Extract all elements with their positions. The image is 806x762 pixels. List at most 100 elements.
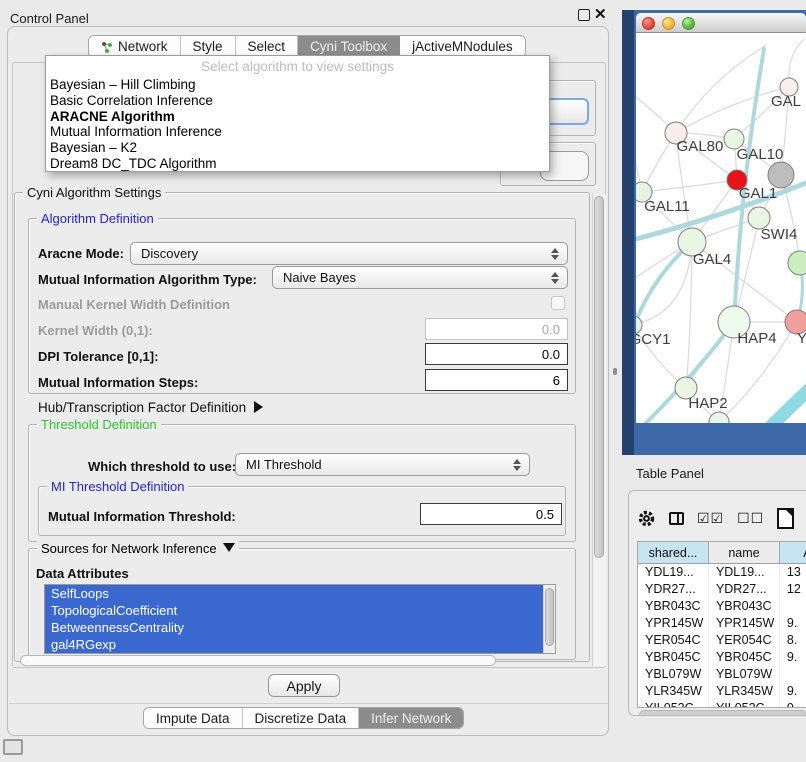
table-cell[interactable]: YDL19... <box>709 564 780 581</box>
network-node[interactable] <box>709 412 729 423</box>
table-row[interactable]: YBR045CYBR045C9. <box>638 649 806 666</box>
algorithm-option[interactable]: Bayesian – K2 <box>46 140 549 156</box>
dpi-tolerance-field[interactable]: 0.0 <box>425 343 568 365</box>
manual-kernel-width-checkbox[interactable] <box>551 296 565 310</box>
document-icon[interactable] <box>777 508 794 529</box>
network-window-titlebar[interactable] <box>636 13 806 33</box>
network-node[interactable] <box>788 251 806 275</box>
algorithm-option[interactable]: Bayesian – Hill Climbing <box>46 77 549 93</box>
attribute-item[interactable]: SelfLoops <box>45 585 555 602</box>
table-cell[interactable]: YIL052C <box>709 700 780 708</box>
table-cell[interactable]: YIL052C <box>638 700 709 708</box>
table-cell[interactable]: 9. <box>780 649 806 666</box>
table-cell[interactable]: YER054C <box>709 632 780 649</box>
column-header-shared...[interactable]: shared... <box>638 542 709 563</box>
table-cell[interactable]: 8. <box>780 632 806 649</box>
zoom-window-icon[interactable] <box>682 17 695 30</box>
aracne-mode-combo[interactable]: Discovery <box>130 242 568 265</box>
close-panel-icon[interactable]: ✕ <box>594 9 607 21</box>
algorithm-option[interactable]: ARACNE Algorithm <box>46 109 549 125</box>
table-cell[interactable]: 9. <box>780 615 806 632</box>
hub-definition-disclosure[interactable]: Hub/Transcription Factor Definition <box>38 400 263 415</box>
combo-stepper-icon <box>551 248 559 260</box>
table-cell[interactable]: YDL19... <box>638 564 709 581</box>
settings-vertical-scrollbar[interactable] <box>592 194 606 666</box>
sources-group-label[interactable]: Sources for Network Inference <box>37 541 239 556</box>
table-cell[interactable]: YBR043C <box>709 598 780 615</box>
table-row[interactable]: YBR043CYBR043C <box>638 598 806 615</box>
table-cell[interactable]: YBR043C <box>638 598 709 615</box>
checked-boxes-icon[interactable]: ☑☑ <box>697 510 724 527</box>
column-header-name[interactable]: name <box>709 542 780 563</box>
tab-select[interactable]: Select <box>236 36 299 57</box>
table-cell[interactable]: 9. <box>780 700 806 708</box>
table-cell[interactable]: YDR27... <box>638 581 709 598</box>
table-cell[interactable]: 13 <box>780 564 806 581</box>
mi-threshold-field[interactable]: 0.5 <box>420 503 562 525</box>
attributes-scrollbar-thumb[interactable] <box>545 588 554 646</box>
node-label-hap2: HAP2 <box>688 395 727 412</box>
table-row[interactable]: YBL079WYBL079W <box>638 666 806 683</box>
which-threshold-label: Which threshold to use: <box>88 459 236 474</box>
table-cell[interactable]: YBL079W <box>638 666 709 683</box>
split-pane-handle[interactable] <box>613 368 617 375</box>
table-row[interactable]: YPR145WYPR145W9. <box>638 615 806 632</box>
table-row[interactable]: YER054CYER054C8. <box>638 632 806 649</box>
table-cell[interactable]: YBR045C <box>709 649 780 666</box>
float-panel-icon[interactable] <box>578 9 590 21</box>
apply-button[interactable]: Apply <box>268 674 340 697</box>
settings-scrollbar-thumb[interactable] <box>594 196 604 558</box>
attribute-item[interactable]: BetweennessCentrality <box>45 619 555 636</box>
close-window-icon[interactable] <box>642 17 655 30</box>
column-header-A[interactable]: A <box>780 542 806 563</box>
table-cell[interactable]: YPR145W <box>638 615 709 632</box>
table-row[interactable]: YLR345WYLR345W9. <box>638 683 806 700</box>
table-row[interactable]: YIL052CYIL052C9. <box>638 700 806 708</box>
table-cell[interactable]: 9. <box>780 683 806 700</box>
tab-network[interactable]: Network <box>89 36 181 57</box>
algorithm-option[interactable]: Mutual Information Inference <box>46 124 549 140</box>
unchecked-boxes-icon[interactable]: ☐☐ <box>737 510 764 527</box>
gear-icon[interactable] <box>637 509 656 528</box>
mi-algorithm-type-combo[interactable]: Naive Bayes <box>272 266 568 289</box>
node-label-y: Y <box>797 330 806 347</box>
table-row[interactable]: YDL19...YDL19...13 <box>638 564 806 581</box>
table-cell[interactable]: YBR045C <box>638 649 709 666</box>
settings-horizontal-scrollbar[interactable] <box>20 655 496 666</box>
attributes-list-scrollbar[interactable] <box>543 585 555 653</box>
table-cell[interactable]: 12 <box>780 581 806 598</box>
combo-stepper-icon <box>551 272 559 284</box>
which-threshold-combo[interactable]: MI Threshold <box>235 453 530 476</box>
network-canvas[interactable]: GALGAL80GAL10GAL1GAL11SWI4GAL4GCY1HAP4YH… <box>636 33 806 423</box>
tab-jactivemnodules[interactable]: jActiveMNodules <box>400 36 525 57</box>
kernel-width-field[interactable]: 0.0 <box>425 318 568 340</box>
bottom-tab-infer-network[interactable]: Infer Network <box>359 708 463 728</box>
bottom-tab-impute-data[interactable]: Impute Data <box>144 708 243 728</box>
table-cell[interactable]: YER054C <box>638 632 709 649</box>
data-attributes-list[interactable]: SelfLoopsTopologicalCoefficientBetweenne… <box>44 584 556 654</box>
table-cell[interactable]: YLR345W <box>638 683 709 700</box>
data-attributes-label: Data Attributes <box>36 566 129 581</box>
algorithm-option[interactable]: Basic Correlation Inference <box>46 93 549 109</box>
aracne-mode-label: Aracne Mode: <box>38 246 124 261</box>
tab-style[interactable]: Style <box>181 36 236 57</box>
bottom-tab-discretize-data[interactable]: Discretize Data <box>243 708 360 728</box>
table-cell[interactable]: YBL079W <box>709 666 780 683</box>
table-panel: ☑☑ ☐☐ shared...nameA YDL19...YDL19...13Y… <box>628 490 806 716</box>
table-horizontal-scrollbar[interactable] <box>639 710 806 716</box>
table-cell[interactable]: YLR345W <box>709 683 780 700</box>
mi-steps-field[interactable]: 6 <box>425 369 568 391</box>
algorithm-option[interactable]: Dream8 DC_TDC Algorithm <box>46 156 549 172</box>
tab-cyni-toolbox[interactable]: Cyni Toolbox <box>298 36 400 57</box>
table-row[interactable]: YDR27...YDR27...12 <box>638 581 806 598</box>
table-cell[interactable]: YPR145W <box>709 615 780 632</box>
columns-icon[interactable] <box>669 512 684 525</box>
table-cell[interactable]: YDR27... <box>709 581 780 598</box>
focused-combo-fragment[interactable] <box>545 98 589 125</box>
minimize-window-icon[interactable] <box>662 17 675 30</box>
attribute-item[interactable]: TopologicalCoefficient <box>45 602 555 619</box>
attribute-item[interactable]: gal4RGexp <box>45 636 555 653</box>
table-cell[interactable] <box>780 598 806 615</box>
table-cell[interactable] <box>780 666 806 683</box>
minimized-panel-grip[interactable] <box>3 739 23 755</box>
